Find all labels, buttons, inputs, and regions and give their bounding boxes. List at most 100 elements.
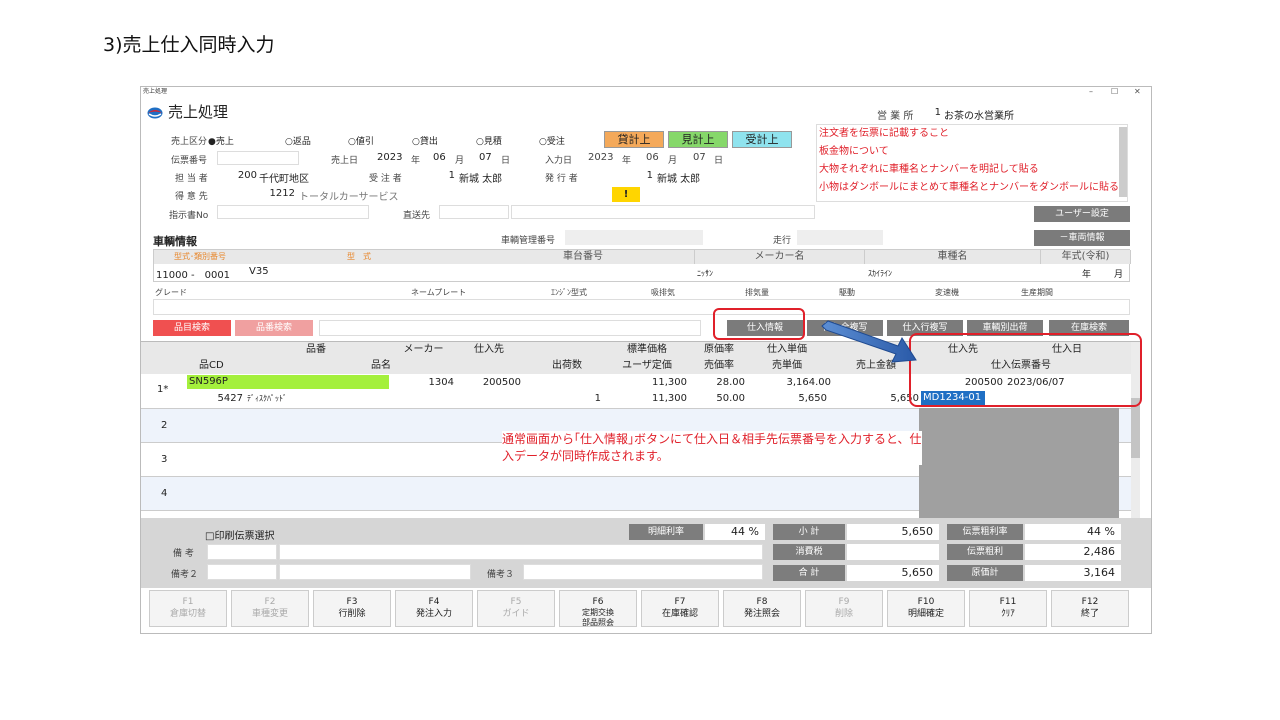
issuer-code[interactable]: 1 bbox=[639, 170, 653, 181]
vehicle-section-title: 車輌情報 bbox=[153, 235, 197, 248]
fkey-label: 発注照会 bbox=[743, 609, 780, 619]
vehicle-car-header: 車種名 bbox=[865, 250, 1041, 264]
item-search-button[interactable]: 品目検索 bbox=[153, 320, 231, 336]
staff-code[interactable]: 200 bbox=[231, 170, 257, 181]
remark2-input[interactable] bbox=[279, 564, 471, 580]
fkey-f7-button[interactable]: F7 在庫確認 bbox=[641, 590, 719, 627]
vehicle-year-unit: 年 bbox=[1082, 270, 1092, 280]
vehicle-maker[interactable]: ﾆｯｻﾝ bbox=[697, 268, 713, 279]
vehicle-mgmt-no-input[interactable] bbox=[565, 230, 703, 245]
estimate-post-button[interactable]: 見計上 bbox=[668, 131, 728, 148]
row-cd[interactable]: 5427 bbox=[215, 392, 243, 405]
vehicle-info-button[interactable]: －車両情報 bbox=[1034, 230, 1130, 246]
print-slip-checkbox[interactable]: □印刷伝票選択 bbox=[205, 527, 274, 542]
maximize-button[interactable]: ☐ bbox=[1111, 87, 1118, 96]
fkey-f12-button[interactable]: F12 終了 bbox=[1051, 590, 1129, 627]
total-label: 合 計 bbox=[773, 565, 845, 581]
intake-label: 吸排気 bbox=[651, 288, 675, 297]
mileage-input[interactable] bbox=[797, 230, 883, 245]
sales-date-year[interactable]: 2023 bbox=[377, 152, 402, 163]
customer-code[interactable]: 1212 bbox=[265, 188, 295, 199]
fkey-f2-button[interactable]: F2 車種変更 bbox=[231, 590, 309, 627]
fkey-label: 明細確定 bbox=[907, 609, 944, 619]
function-key-bar: F1 倉庫切替 F2 車種変更 F3 行削除 F4 発注入力 F5 ガイド F6 定期交換 部品照会 F… bbox=[149, 590, 1129, 630]
remark-code-input[interactable] bbox=[207, 544, 277, 560]
remark2-code-input[interactable] bbox=[207, 564, 277, 580]
fkey-f1-button[interactable]: F1 倉庫切替 bbox=[149, 590, 227, 627]
radio-order[interactable]: ○受注 bbox=[539, 134, 565, 147]
row-user-price[interactable]: 11,300 bbox=[607, 392, 687, 405]
fkey-f10-button[interactable]: F10 明細確定 bbox=[887, 590, 965, 627]
row-name[interactable]: ﾃﾞｨｽｸﾊﾟｯﾄﾞ bbox=[247, 393, 287, 404]
instruction-no-input[interactable] bbox=[217, 205, 369, 219]
fkey-f3-button[interactable]: F3 行削除 bbox=[313, 590, 391, 627]
fkey-key: F8 bbox=[756, 597, 768, 607]
col-cost-rate-header: 原価率 bbox=[704, 344, 734, 355]
notes-scrollbar[interactable] bbox=[1119, 127, 1127, 197]
radio-sale[interactable]: ●売上 bbox=[208, 134, 234, 147]
row-sale-rate[interactable]: 50.00 bbox=[693, 392, 745, 405]
row-qty[interactable]: 1 bbox=[537, 392, 601, 405]
callout-text: 通常画面から｢仕入情報｣ボタンにて仕入日＆相手先伝票番号を入力すると、仕入データ… bbox=[502, 431, 922, 465]
col-unit-cost-header: 仕入単価 bbox=[767, 344, 807, 355]
radio-estimate[interactable]: ○見積 bbox=[476, 134, 502, 147]
sales-date-month[interactable]: 06 bbox=[433, 152, 446, 163]
direct-ship-name[interactable] bbox=[511, 205, 815, 219]
input-date-day-unit: 日 bbox=[714, 156, 724, 166]
row-unit-price[interactable]: 5,650 bbox=[747, 392, 827, 405]
row-amount[interactable]: 5,650 bbox=[833, 392, 919, 405]
grade-input-row[interactable] bbox=[153, 299, 1130, 315]
gp-rate-label: 伝票粗利率 bbox=[947, 524, 1023, 540]
sales-date-year-unit: 年 bbox=[411, 156, 421, 166]
notes-area[interactable]: 注文者を伝票に記載すること 板金物について 大物それぞれに車種名とナンバーを明記… bbox=[816, 124, 1128, 202]
minimize-button[interactable]: – bbox=[1089, 87, 1093, 96]
name-plate-label: ネームプレート bbox=[411, 288, 467, 297]
subtotal-value: 5,650 bbox=[847, 524, 939, 540]
sales-date-day[interactable]: 07 bbox=[479, 152, 492, 163]
row-cost-rate[interactable]: 28.00 bbox=[693, 376, 745, 389]
row-maker[interactable]: 1304 bbox=[396, 376, 454, 389]
tax-value bbox=[847, 544, 939, 560]
fkey-label: 発注入力 bbox=[415, 609, 452, 619]
fkey-key: F6 bbox=[592, 597, 604, 607]
remark3-input[interactable] bbox=[523, 564, 763, 580]
receiver-code[interactable]: 1 bbox=[441, 170, 455, 181]
slip-no-input[interactable] bbox=[217, 151, 299, 165]
row-number: 1* bbox=[157, 384, 169, 395]
radio-lend[interactable]: ○貸出 bbox=[412, 134, 438, 147]
staff-label: 担 当 者 bbox=[175, 174, 208, 184]
vehicle-model[interactable]: V35 bbox=[249, 266, 269, 277]
order-post-button[interactable]: 受計上 bbox=[732, 131, 792, 148]
search-input[interactable] bbox=[319, 320, 701, 336]
fkey-f6-button[interactable]: F6 定期交換 部品照会 bbox=[559, 590, 637, 627]
gp-rate-value: 44 % bbox=[1025, 524, 1121, 540]
col-unit-price-header: 売単価 bbox=[772, 360, 802, 371]
fkey-f5-button[interactable]: F5 ガイド bbox=[477, 590, 555, 627]
row-part-no[interactable]: SN596P bbox=[187, 375, 389, 389]
remark-input[interactable] bbox=[279, 544, 763, 560]
lend-post-button[interactable]: 貸計上 bbox=[604, 131, 664, 148]
warning-icon[interactable]: ! bbox=[612, 187, 640, 202]
radio-discount[interactable]: ○値引 bbox=[348, 134, 374, 147]
fkey-f4-button[interactable]: F4 発注入力 bbox=[395, 590, 473, 627]
sale-type-label: 売上区分 bbox=[171, 137, 208, 147]
row-std-price[interactable]: 11,300 bbox=[607, 376, 687, 389]
user-settings-button[interactable]: ユーザー設定 bbox=[1034, 206, 1130, 222]
row-supplier[interactable]: 200500 bbox=[457, 376, 521, 389]
close-button[interactable]: ✕ bbox=[1134, 87, 1141, 96]
fkey-f8-button[interactable]: F8 発注照会 bbox=[723, 590, 801, 627]
row-unit-cost[interactable]: 3,164.00 bbox=[747, 376, 831, 389]
vehicle-type-no[interactable]: 11000 - 0001 bbox=[156, 266, 230, 281]
vehicle-car[interactable]: ｽｶｲﾗｲﾝ bbox=[868, 268, 892, 279]
radio-return[interactable]: ○返品 bbox=[285, 134, 311, 147]
part-search-button[interactable]: 品番検索 bbox=[235, 320, 313, 336]
fkey-f11-button[interactable]: F11 ｸﾘｱ bbox=[969, 590, 1047, 627]
fkey-key: F9 bbox=[838, 597, 850, 607]
displacement-label: 排気量 bbox=[745, 288, 769, 297]
fkey-f9-button[interactable]: F9 削除 bbox=[805, 590, 883, 627]
arrow-icon bbox=[821, 320, 917, 363]
note-line: 小物はダンボールにまとめて車種名とナンバーをダンボールに貼る bbox=[819, 182, 1119, 193]
vehicle-year-header: 年式(令和) bbox=[1041, 250, 1131, 264]
purchase-columns-highlight bbox=[909, 333, 1142, 407]
direct-ship-code[interactable] bbox=[439, 205, 509, 219]
